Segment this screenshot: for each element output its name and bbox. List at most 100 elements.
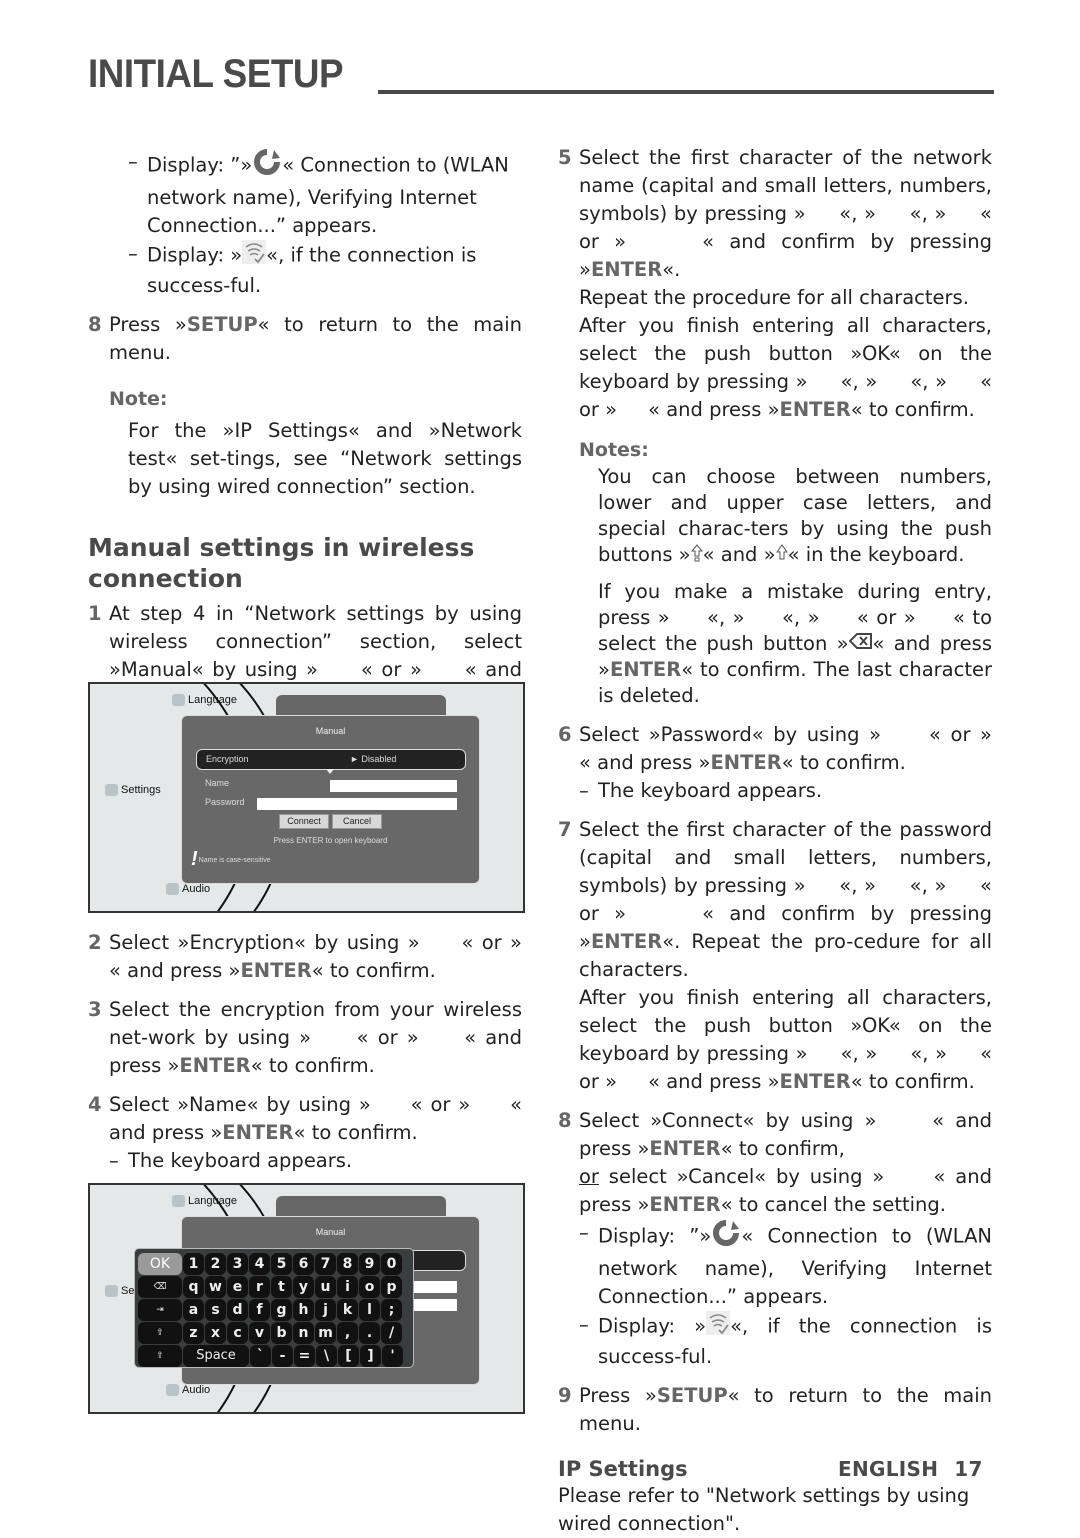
key-1-9[interactable]: o [359, 1276, 380, 1298]
caps-lock-icon [690, 543, 703, 569]
key-2-3[interactable]: d [227, 1299, 248, 1321]
key-1-1[interactable]: q [183, 1276, 204, 1298]
key-space[interactable]: Space [183, 1345, 249, 1367]
encryption-row[interactable]: Encryption ► Disabled [196, 749, 466, 770]
connect-button[interactable]: Connect [279, 814, 329, 829]
key-0-7[interactable]: 7 [315, 1253, 336, 1275]
key-3-9[interactable]: . [359, 1322, 380, 1344]
key-1-8[interactable]: i [337, 1276, 358, 1298]
keyboard-row: ⇧ z x c v b n m,. / [138, 1322, 410, 1344]
backspace-icon [848, 631, 873, 657]
key-2-6[interactable]: h [293, 1299, 314, 1321]
key-4-4[interactable]: = [294, 1345, 315, 1367]
menu-item-audio[interactable]: Audio [166, 883, 210, 895]
key-2-10[interactable]: ; [381, 1299, 402, 1321]
key-4-5[interactable]: \ [316, 1345, 337, 1367]
keyboard-row: ⇥ a s d f g h j k l; [138, 1299, 410, 1321]
key-3-1[interactable]: z [183, 1322, 204, 1344]
tv-screenshot-keyboard: Language Settings Audio Manual OK1234567… [88, 1183, 525, 1414]
refresh-icon [711, 1219, 741, 1255]
key-4-0[interactable]: ⇪ [138, 1345, 182, 1367]
key-2-2[interactable]: s [205, 1299, 226, 1321]
language-icon [172, 1195, 185, 1207]
key-2-4[interactable]: f [249, 1299, 270, 1321]
key-0-4[interactable]: 4 [249, 1253, 270, 1275]
key-3-10[interactable]: / [381, 1322, 402, 1344]
key-ok[interactable]: OK [138, 1253, 182, 1275]
language-icon [172, 694, 185, 706]
key-2-9[interactable]: l [359, 1299, 380, 1321]
key-3-0[interactable]: ⇧ [138, 1322, 182, 1344]
key-3-7[interactable]: m [315, 1322, 336, 1344]
step-2: 2 Select »Encryption« by using » « or » «… [88, 931, 553, 982]
dialog-title: Manual [315, 726, 346, 736]
key-2-1[interactable]: a [183, 1299, 204, 1321]
key-0-5[interactable]: 5 [271, 1253, 292, 1275]
key-0-3[interactable]: 3 [227, 1253, 248, 1275]
gear-icon [105, 784, 118, 796]
gear-icon [105, 1285, 118, 1297]
key-1-2[interactable]: w [205, 1276, 226, 1298]
key-3-4[interactable]: v [249, 1322, 270, 1344]
menu-item-language[interactable]: Language [172, 1195, 237, 1207]
step-8-right: 8 Select »Connect« by using » « and press… [558, 1107, 992, 1371]
page-footer: ENGLISH 17 [838, 1457, 983, 1481]
key-4-7[interactable]: ] [360, 1345, 381, 1367]
key-1-4[interactable]: r [249, 1276, 270, 1298]
menu-item-settings[interactable]: Settings [105, 784, 161, 796]
tv-screenshot-manual-dialog: Language Settings Audio Manual Encryptio… [88, 682, 525, 913]
keyboard-row: OK 1 2 3 4 5 6 7 8 9 0 [138, 1253, 410, 1275]
key-4-8[interactable]: ' [382, 1345, 403, 1367]
key-0-9[interactable]: 9 [359, 1253, 380, 1275]
encryption-value: ► Disabled [350, 754, 397, 764]
key-1-0[interactable]: ⌫ [138, 1276, 182, 1298]
key-4-3[interactable]: - [272, 1345, 293, 1367]
warning-icon: ! [191, 848, 198, 870]
display-success: Display: »«, if the connection is succes… [579, 1311, 992, 1371]
shift-icon [775, 543, 788, 569]
page-number: 17 [954, 1457, 983, 1481]
key-0-8[interactable]: 8 [337, 1253, 358, 1275]
key-0-1[interactable]: 1 [183, 1253, 204, 1275]
step-4: 4 Select »Name« by using » « or » « and p… [88, 1091, 522, 1175]
key-2-8[interactable]: k [337, 1299, 358, 1321]
key-1-7[interactable]: u [315, 1276, 336, 1298]
key-2-7[interactable]: j [315, 1299, 336, 1321]
keyboard-row: ⇪ Space ` - = \[] ' [138, 1345, 410, 1367]
key-2-5[interactable]: g [271, 1299, 292, 1321]
key-4-2[interactable]: ` [250, 1345, 271, 1367]
key-3-2[interactable]: x [205, 1322, 226, 1344]
key-1-10[interactable]: p [381, 1276, 402, 1298]
key-0-6[interactable]: 6 [293, 1253, 314, 1275]
key-3-3[interactable]: c [227, 1322, 248, 1344]
key-1-6[interactable]: y [293, 1276, 314, 1298]
key-0-10[interactable]: 0 [381, 1253, 402, 1275]
key-0-2[interactable]: 2 [205, 1253, 226, 1275]
dialog-title: Manual [315, 1227, 346, 1237]
ip-settings-text: Please refer to "Network settings by usi… [558, 1484, 970, 1535]
refresh-icon [252, 148, 282, 184]
menu-item-language[interactable]: Language [172, 694, 237, 706]
manual-dialog: Manual Encryption ► Disabled Name Passwo… [181, 715, 480, 884]
key-3-5[interactable]: b [271, 1322, 292, 1344]
wifi-check-icon [242, 240, 267, 272]
key-3-8[interactable]: , [337, 1322, 358, 1344]
keyboard-hint: Press ENTER to open keyboard [273, 836, 388, 845]
keyboard-row: ⌫ q w e r t y u i o p [138, 1276, 410, 1298]
name-field[interactable] [330, 780, 457, 792]
password-field[interactable] [257, 798, 457, 810]
notes-case: You can choose between numbers, lower an… [558, 464, 992, 569]
cancel-button[interactable]: Cancel [332, 814, 382, 829]
menu-item-audio[interactable]: Audio [166, 1384, 210, 1396]
page-header: INITIAL SETUP [88, 52, 994, 100]
left-column-steps: 2 Select »Encryption« by using » « or » «… [88, 929, 522, 1175]
header-rule [378, 90, 994, 94]
key-2-0[interactable]: ⇥ [138, 1299, 182, 1321]
page-title: INITIAL SETUP [88, 52, 344, 96]
key-4-6[interactable]: [ [338, 1345, 359, 1367]
audio-icon [166, 1384, 179, 1396]
key-1-3[interactable]: e [227, 1276, 248, 1298]
key-3-6[interactable]: n [293, 1322, 314, 1344]
note-text: For the »IP Settings« and »Network test«… [128, 419, 522, 498]
key-1-5[interactable]: t [271, 1276, 292, 1298]
